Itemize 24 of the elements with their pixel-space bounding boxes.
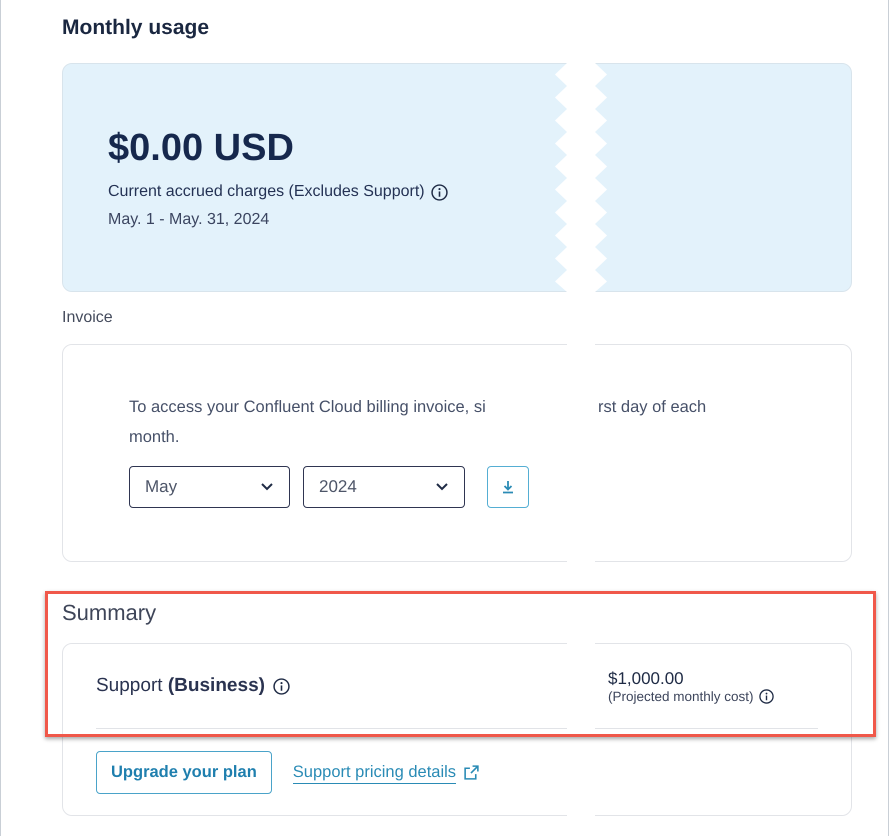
info-icon[interactable] [430, 184, 448, 200]
download-button[interactable] [487, 466, 529, 508]
support-plan-label: Support (Business) [96, 675, 265, 697]
pricing-link[interactable]: Support pricing details [292, 761, 456, 784]
billing-period: May. 1 - May. 31, 2024 [108, 211, 270, 229]
info-icon[interactable] [272, 678, 290, 694]
month-select[interactable]: May [129, 466, 290, 508]
chevron-down-icon [261, 483, 273, 491]
invoice-instructions: To access your Confluent Cloud billing invoice, si [129, 397, 487, 418]
upgrade-button[interactable]: Upgrade your plan [96, 751, 272, 794]
year-select[interactable]: 2024 [303, 466, 465, 508]
info-icon[interactable] [758, 688, 774, 704]
invoice-label: Invoice [62, 309, 114, 327]
summary-heading: Summary [62, 599, 158, 627]
charges-label: Current accrued charges (Excludes Support) [108, 183, 425, 201]
accrued-amount: $0.00 USD [108, 126, 295, 170]
invoice-instructions: month. [129, 427, 180, 448]
download-icon [501, 480, 515, 494]
section-heading: Monthly usage [62, 15, 210, 41]
invoice-instructions: rst day of each [598, 397, 706, 418]
chevron-down-icon [436, 483, 448, 491]
cost-note: (Projected monthly cost) [608, 688, 754, 704]
external-link-icon[interactable] [463, 764, 480, 781]
support-cost: $1,000.00 [608, 668, 685, 688]
